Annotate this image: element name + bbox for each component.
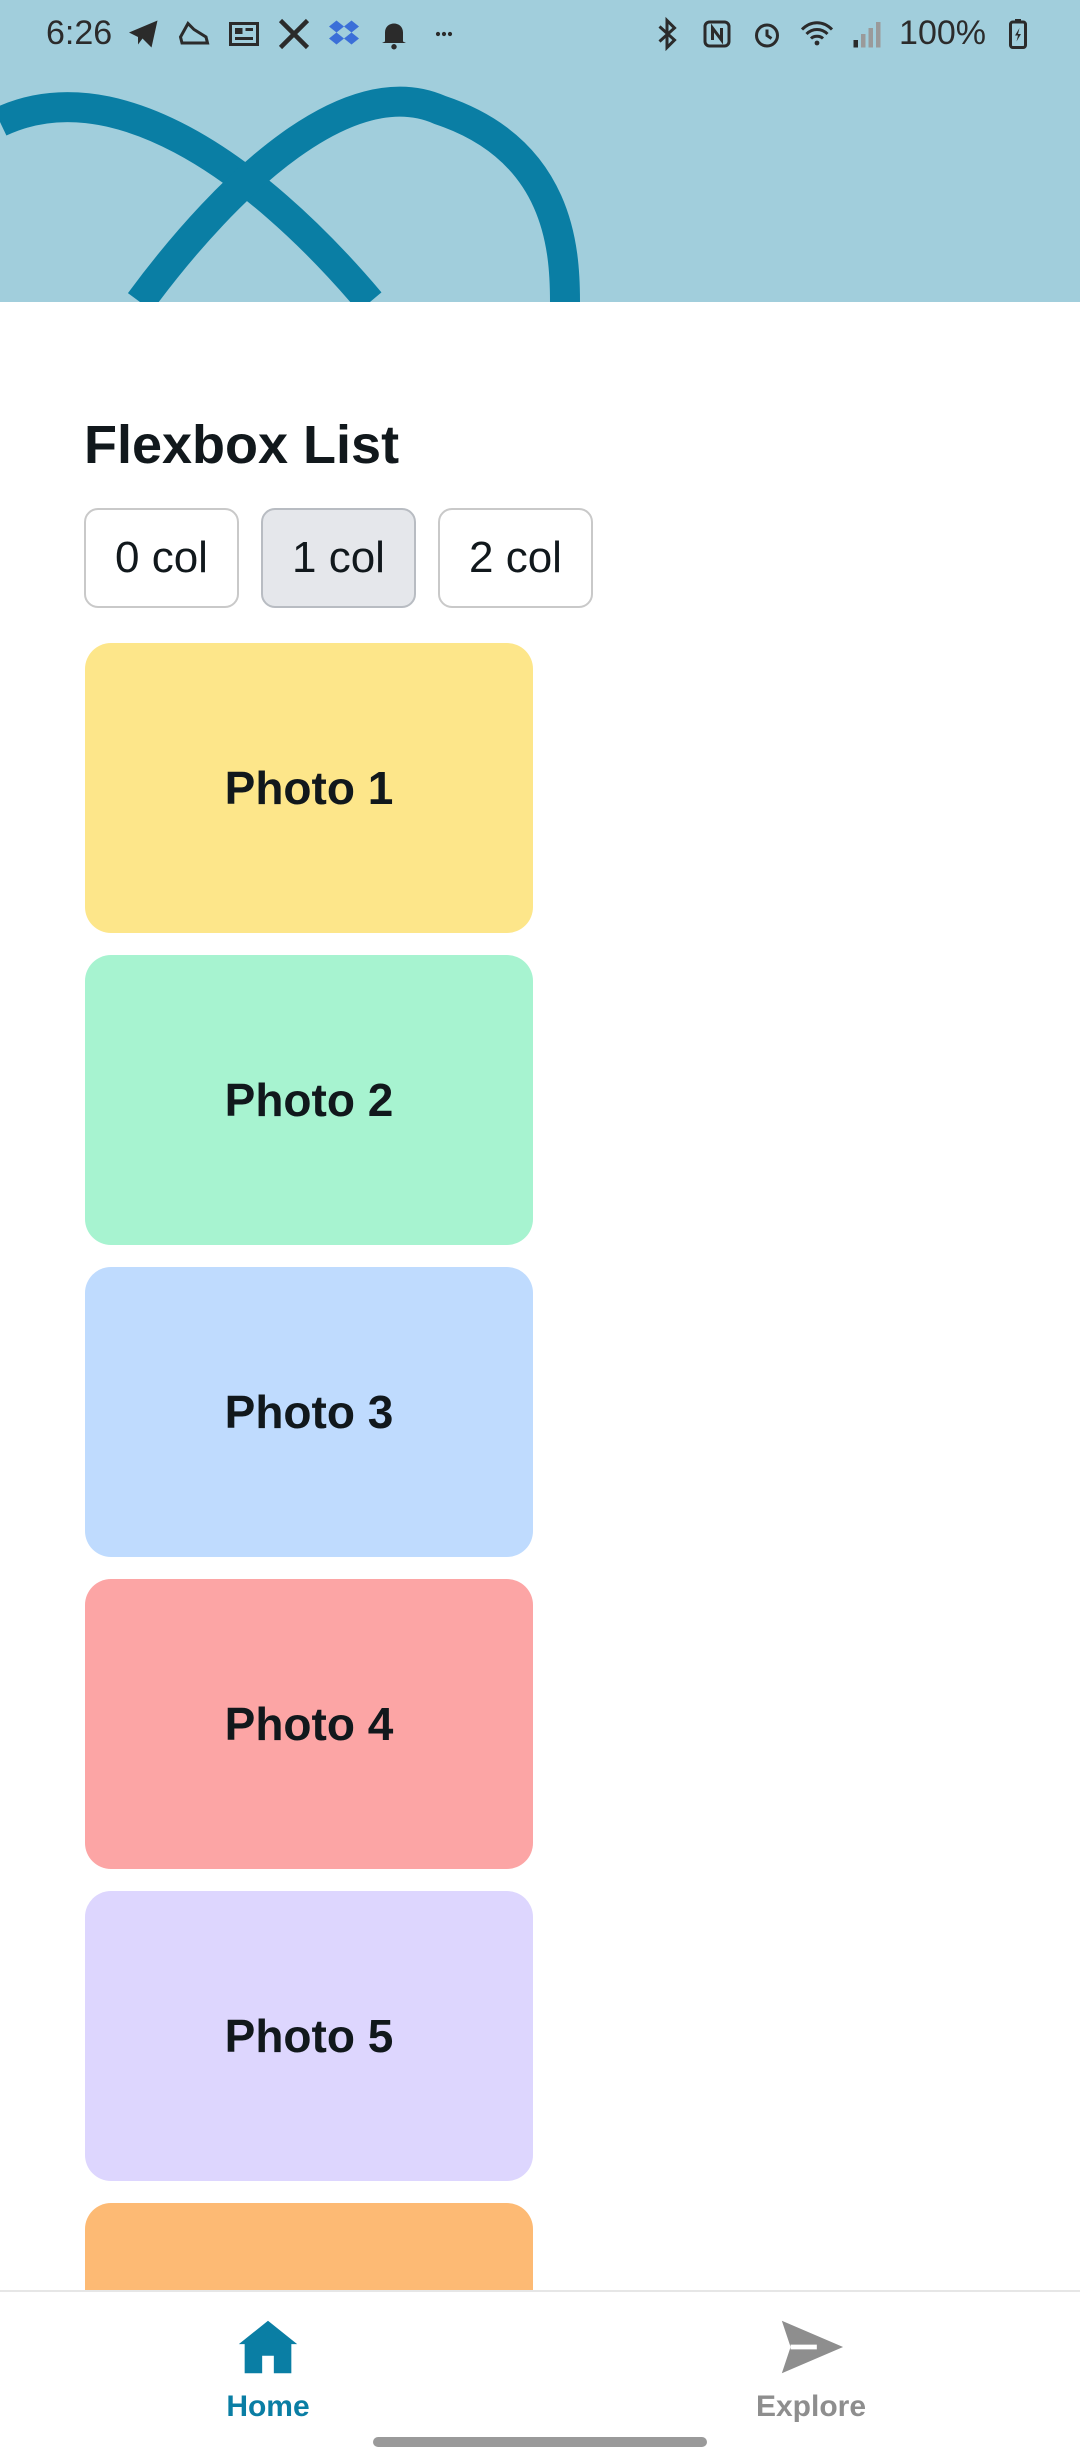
dropbox-icon <box>326 16 362 52</box>
photo-label: Photo 1 <box>224 762 394 814</box>
bluetooth-icon <box>649 16 685 52</box>
photo-label: Photo 5 <box>224 2010 394 2062</box>
photo-card[interactable]: Photo 3 <box>85 1267 533 1557</box>
nfc-icon <box>699 16 735 52</box>
photo-label: Photo 4 <box>224 1698 394 1750</box>
shoe-icon <box>176 16 212 52</box>
news-icon <box>226 16 262 52</box>
page-title: Flexbox List <box>84 415 400 475</box>
battery-icon <box>1000 16 1036 52</box>
photo-card[interactable]: Photo 4 <box>85 1579 533 1869</box>
column-option-0[interactable]: 0 col <box>84 508 239 608</box>
photo-card[interactable]: Photo 2 <box>85 955 533 1245</box>
photo-label: Photo 2 <box>224 1074 394 1126</box>
status-bar: 6:26 100% <box>0 0 1080 76</box>
tab-explore[interactable]: Explore <box>711 2312 911 2424</box>
home-indicator[interactable] <box>373 2437 707 2447</box>
column-selector: 0 col 1 col 2 col <box>84 508 593 608</box>
column-option-1[interactable]: 1 col <box>261 508 416 608</box>
alarm-icon <box>749 16 785 52</box>
paper-plane-icon <box>781 2320 844 2374</box>
telegram-icon <box>126 16 162 52</box>
status-time: 6:26 <box>46 14 113 52</box>
x-icon <box>276 16 312 52</box>
bell-icon <box>376 16 412 52</box>
photo-card[interactable]: Photo 1 <box>85 643 533 933</box>
photo-list[interactable]: Photo 1 Photo 2 Photo 3 Photo 4 Photo 5 <box>85 643 533 2291</box>
column-option-2[interactable]: 2 col <box>438 508 593 608</box>
signal-icon <box>849 16 885 52</box>
bottom-tab-bar: Home Explore <box>0 2290 1080 2460</box>
tab-home[interactable]: Home <box>168 2312 368 2424</box>
tab-explore-label: Explore <box>755 2390 867 2423</box>
house-icon <box>238 2320 298 2374</box>
photo-card[interactable]: Photo 5 <box>85 1891 533 2181</box>
more-icon <box>426 16 462 52</box>
tab-home-label: Home <box>226 2390 310 2423</box>
wifi-icon <box>799 16 835 52</box>
battery-percent: 100% <box>899 14 986 52</box>
photo-card[interactable] <box>85 2203 533 2291</box>
photo-label: Photo 3 <box>224 1386 394 1438</box>
